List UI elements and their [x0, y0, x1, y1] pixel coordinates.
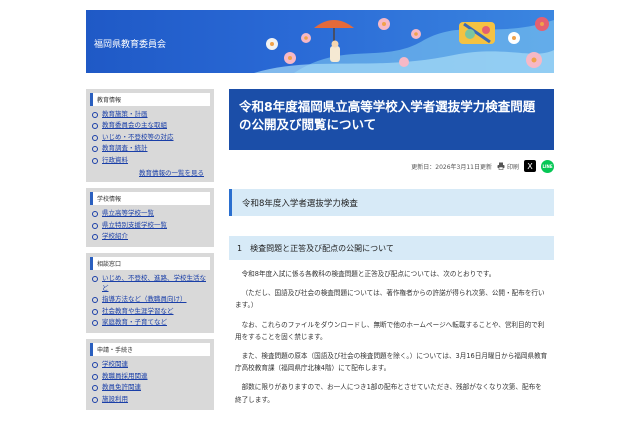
circle-bullet-icon [92, 211, 98, 218]
sidebar-link[interactable]: 家庭教育・子育てなど [90, 317, 210, 328]
circle-bullet-icon [92, 320, 98, 327]
sidebar-link[interactable]: 教員免許関連 [90, 382, 210, 393]
circle-bullet-icon [92, 385, 98, 392]
circle-bullet-icon [92, 276, 98, 283]
sidebar-link[interactable]: 指導方法など（教職員向け） [90, 294, 210, 305]
sidebar-link[interactable]: 教育施策・計画 [90, 109, 210, 120]
printer-icon [497, 162, 505, 170]
paragraph: 令和8年度入試に係る各教科の検査問題と正答及び配点については、次のとおりです。 [241, 270, 496, 278]
sidebar-group-consultation: 相談窓口 いじめ、不登校、進路、学校生活など 指導方法など（教職員向け） 社会教… [86, 253, 214, 334]
sidebar-heading: 学校情報 [90, 192, 210, 206]
sidebar-heading: 相談窓口 [90, 257, 210, 271]
circle-bullet-icon [92, 146, 98, 153]
sidebar-group-applications: 申請・手続き 学校関連 教職員採用関連 教員免許関連 施設利用 [86, 339, 214, 411]
sidebar-heading: 申請・手続き [90, 343, 210, 357]
site-banner[interactable]: 福岡県教育委員会 [86, 10, 554, 73]
circle-bullet-icon [92, 308, 98, 315]
sidebar-link[interactable]: 社会教育や生涯学習など [90, 306, 210, 317]
body-text: 令和8年度入試に係る各教科の検査問題と正答及び配点については、次のとおりです。 … [229, 268, 554, 406]
circle-bullet-icon [92, 157, 98, 164]
sidebar-link[interactable]: いじめ・不登校等の対応 [90, 132, 210, 143]
page-meta: 更新日：2026年3月11日更新 印刷 X LINE [229, 159, 554, 173]
share-line-button[interactable]: LINE [541, 159, 554, 173]
sidebar: 教育情報 教育施策・計画 教育委員会の主な取組 いじめ・不登校等の対応 教育調査… [86, 89, 214, 416]
paragraph: 部数に限りがありますので、お一人につき1部の配布とさせていただき、残部がなくなり… [235, 383, 542, 404]
sidebar-more-link[interactable]: 教育情報の一覧を見る [90, 166, 210, 177]
circle-bullet-icon [92, 222, 98, 229]
circle-bullet-icon [92, 362, 98, 369]
site-title[interactable]: 福岡県教育委員会 [94, 37, 166, 50]
circle-bullet-icon [92, 123, 98, 130]
subsection-heading: 1 検査問題と正答及び配点の公開について [229, 236, 554, 260]
paragraph: また、検査問題の原本（国語及び社会の検査問題を除く。）については、3月16日月曜… [235, 351, 548, 373]
sidebar-link[interactable]: 学校紹介 [90, 231, 210, 242]
circle-bullet-icon [92, 297, 98, 304]
circle-bullet-icon [92, 233, 98, 240]
circle-bullet-icon [92, 134, 98, 141]
share-x-button[interactable]: X [524, 160, 536, 172]
sidebar-heading: 教育情報 [90, 93, 210, 106]
sidebar-link[interactable]: 教育調査・統計 [90, 143, 210, 154]
circle-bullet-icon [92, 112, 98, 118]
circle-bullet-icon [92, 396, 98, 403]
sidebar-group-education-info: 教育情報 教育施策・計画 教育委員会の主な取組 いじめ・不登校等の対応 教育調査… [86, 89, 214, 183]
updated-date: 更新日：2026年3月11日更新 [411, 163, 492, 171]
banner-illustration [254, 17, 554, 73]
print-button[interactable]: 印刷 [497, 162, 519, 171]
sidebar-link[interactable]: 県立特別支援学校一覧 [90, 220, 210, 231]
paragraph: （ただし、国語及び社会の検査問題については、著作権者からの許諾が得られ次第、公開… [235, 289, 545, 310]
main-content: 令和8年度福岡県立高等学校入学者選抜学力検査問題の公開及び閲覧について 更新日：… [229, 89, 554, 413]
sidebar-group-school-info: 学校情報 県立高等学校一覧 県立特別支援学校一覧 学校紹介 [86, 188, 214, 248]
circle-bullet-icon [92, 373, 98, 380]
page-title: 令和8年度福岡県立高等学校入学者選抜学力検査問題の公開及び閲覧について [229, 89, 554, 150]
paragraph: なお、これらのファイルをダウンロードし、無断で他のホームページへ転載することや、… [235, 320, 545, 341]
sidebar-link[interactable]: 施設利用 [90, 394, 210, 405]
sidebar-link[interactable]: いじめ、不登校、進路、学校生活など [90, 273, 210, 294]
section-heading: 令和8年度入学者選抜学力検査 [229, 189, 554, 216]
print-label: 印刷 [506, 163, 519, 171]
sidebar-link[interactable]: 行政資料 [90, 155, 210, 166]
sidebar-link[interactable]: 教職員採用関連 [90, 371, 210, 382]
sidebar-link[interactable]: 教育委員会の主な取組 [90, 120, 210, 131]
sidebar-link[interactable]: 学校関連 [90, 359, 210, 370]
sidebar-link[interactable]: 県立高等学校一覧 [90, 208, 210, 219]
